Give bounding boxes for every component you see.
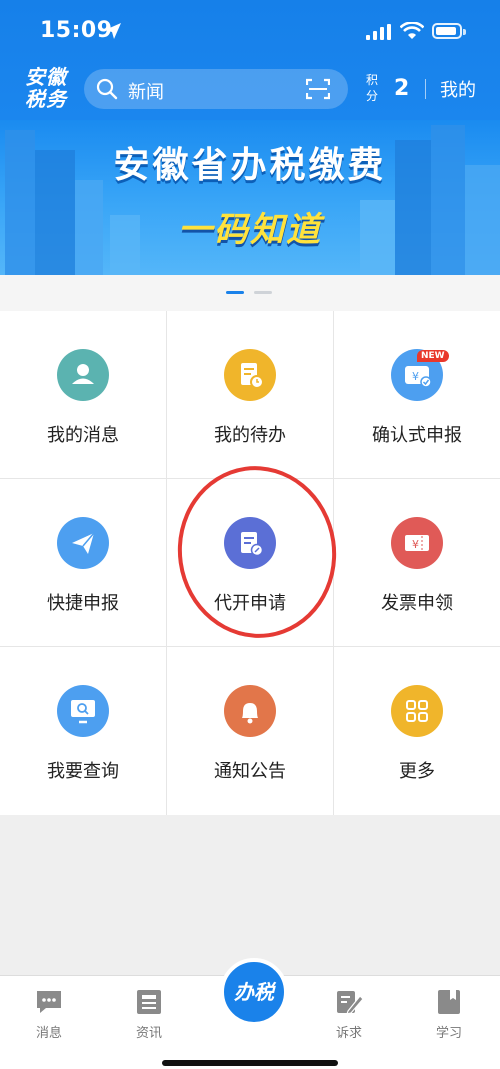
mine-link[interactable]: 我的 [440,76,476,102]
grid-item-quick-declaration[interactable]: 快捷申报 [0,479,166,647]
grid-item-label: 我的待办 [214,425,286,446]
grid-item-invoice-request[interactable]: ¥ 发票申领 [334,479,500,647]
clock-doc-icon [224,349,276,401]
tab-messages[interactable]: 消息 [19,986,79,1046]
svg-text:¥: ¥ [412,370,419,383]
status-time: 15:09 [40,18,113,43]
search-bar[interactable]: 新闻 [84,69,348,109]
svg-text:¥: ¥ [412,538,419,551]
grid-item-confirm-declaration[interactable]: ¥ 确认式申报 [334,311,500,479]
header-divider [425,79,426,99]
scan-icon[interactable] [306,78,330,100]
grid-divider [0,646,500,647]
grid-item-label: 快捷申报 [47,593,119,614]
status-bar: 15:09 [0,0,500,62]
promo-banner[interactable]: 安徽省办税缴费 一码知道 [0,120,500,275]
grid-item-more[interactable]: 更多 [334,647,500,815]
user-icon [57,349,109,401]
edit-icon [337,991,364,1015]
signal-icon [366,24,391,40]
grid-item-label: 确认式申报 [372,425,462,446]
tab-tax-center-button[interactable]: 办税 [220,958,288,1026]
grid-item-label: 我的消息 [47,425,119,446]
bell-icon [224,685,276,737]
points-label: 积分 [366,73,379,103]
grid-item-label: 发票申领 [381,593,453,614]
wifi-icon [400,22,424,39]
new-badge: NEW [417,350,449,362]
grid-divider [166,311,167,815]
pager-dot-active[interactable] [226,291,244,294]
tab-requests[interactable]: 诉求 [319,986,379,1046]
grid-item-query[interactable]: 我要查询 [0,647,166,815]
tab-news[interactable]: 资讯 [119,986,179,1046]
app-logo: 安徽税务 [25,65,67,111]
grid-item-label: 我要查询 [47,761,119,782]
points-value: 2 [394,76,410,101]
tab-label: 学习 [435,1026,462,1041]
grid-item-label: 通知公告 [214,761,286,782]
news-icon [137,990,161,1014]
banner-pager [0,275,500,311]
monitor-search-icon [57,685,109,737]
grid-item-label: 更多 [399,761,435,782]
book-icon [438,990,460,1014]
search-placeholder: 新闻 [128,82,164,103]
search-icon [96,78,118,100]
battery-icon [432,23,466,39]
paper-plane-icon [57,517,109,569]
banner-slogan: 一码知道 [178,210,322,250]
grid-item-my-messages[interactable]: 我的消息 [0,311,166,479]
tab-learning[interactable]: 学习 [419,986,479,1046]
pager-dot[interactable] [254,291,272,294]
grid-icon [391,685,443,737]
banner-title: 安徽省办税缴费 [113,145,387,186]
grid-item-announcements[interactable]: 通知公告 [167,647,333,815]
grid-item-my-todo[interactable]: 我的待办 [167,311,333,479]
tab-label: 消息 [35,1026,62,1041]
ticket-yuan-icon: ¥ [391,517,443,569]
tab-label: 资讯 [135,1026,162,1041]
tab-label: 诉求 [335,1026,362,1041]
location-arrow-icon [105,23,121,39]
home-indicator [162,1060,338,1066]
chat-icon [37,991,61,1013]
